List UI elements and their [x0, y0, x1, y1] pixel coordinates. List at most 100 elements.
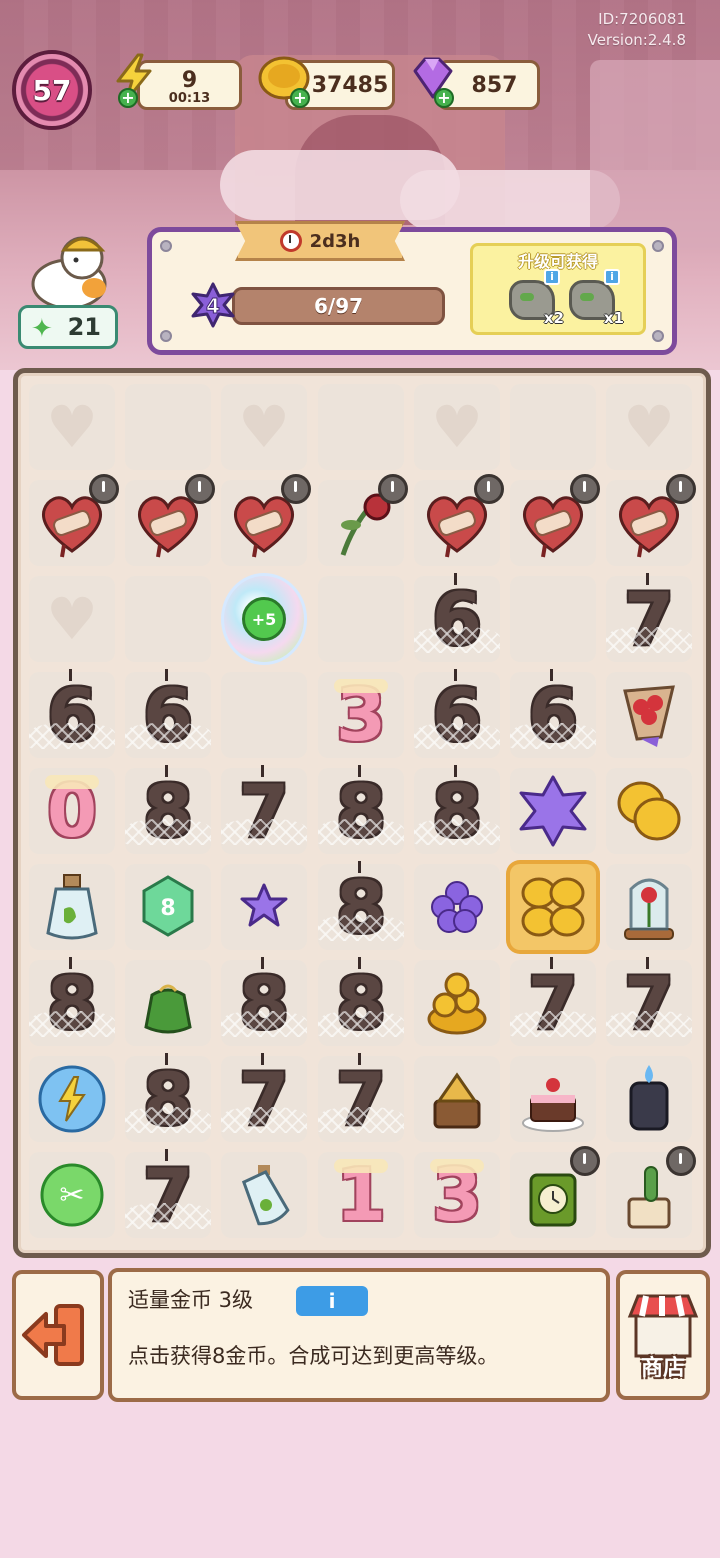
info-icon[interactable]: i [604, 269, 620, 285]
board-cell[interactable]: 7 [510, 957, 596, 1046]
board-cell[interactable] [414, 864, 500, 950]
cobweb-number-item: 8 [125, 1053, 211, 1139]
board-cell[interactable] [125, 960, 211, 1046]
rock-chest-icon[interactable]: i x1 [569, 269, 624, 327]
level-progress-bar: 6/97 [232, 287, 445, 325]
add-energy-button[interactable]: + [118, 88, 138, 108]
board-cell[interactable] [606, 864, 692, 950]
rock-chest-icon[interactable]: i x2 [509, 269, 564, 327]
locked-heart-cell[interactable] [29, 576, 115, 662]
pink-candle-number-item: 3 [420, 1155, 494, 1235]
green-crystal-item: 8 [142, 875, 194, 937]
board-cell[interactable] [510, 384, 596, 470]
cobweb-number-item: 8 [318, 765, 404, 851]
board-cell[interactable] [606, 1056, 692, 1142]
board-cell[interactable]: +5 [221, 573, 307, 665]
board-cell[interactable]: 7 [221, 1053, 307, 1142]
board-cell[interactable] [221, 864, 307, 950]
board-cell[interactable] [606, 672, 692, 758]
board-cell[interactable]: 8 [414, 765, 500, 854]
board-cell[interactable]: 1 [318, 1152, 404, 1238]
item-info-button[interactable]: i [296, 1286, 368, 1316]
board-cell[interactable]: 6 [414, 669, 500, 758]
cobweb-number-item: 6 [125, 669, 211, 755]
board-cell[interactable] [318, 384, 404, 470]
board-cell[interactable] [606, 768, 692, 854]
board-cell[interactable]: 7 [318, 1053, 404, 1142]
locked-heart-cell[interactable] [606, 384, 692, 470]
glass-rose-item [624, 878, 674, 940]
board-cell[interactable] [414, 474, 504, 566]
reward-count: x1 [603, 309, 624, 327]
level-up-rewards[interactable]: 升级可获得 i x2 i x1 [470, 243, 646, 335]
board-cell[interactable]: 6 [510, 669, 596, 758]
add-coins-button[interactable]: + [290, 88, 310, 108]
pink-candle-number-item: 3 [324, 675, 398, 755]
board-cell[interactable] [221, 1152, 307, 1238]
board-cell[interactable]: ✂ [29, 1152, 115, 1238]
board-cell[interactable] [510, 1056, 596, 1142]
board-cell[interactable] [510, 1146, 600, 1238]
exit-button[interactable] [12, 1270, 104, 1400]
board-cell[interactable] [29, 1056, 115, 1142]
cobweb-number-item: 7 [510, 957, 596, 1043]
board-cell[interactable]: 6 [125, 669, 211, 758]
board-cell[interactable]: 8 [318, 957, 404, 1046]
board-cell[interactable] [414, 960, 500, 1046]
board-cell[interactable]: 7 [221, 765, 307, 854]
board-cell[interactable]: 6 [29, 669, 115, 758]
board-cell[interactable] [510, 864, 596, 950]
board-cell[interactable] [318, 576, 404, 662]
board-cell[interactable]: 8 [318, 765, 404, 854]
cobweb-number-item: 8 [221, 957, 307, 1043]
board-cell[interactable] [221, 672, 307, 758]
locked-heart-cell[interactable] [414, 384, 500, 470]
level-badge[interactable]: 57 [12, 50, 92, 130]
board-cell[interactable]: 8 [125, 1053, 211, 1142]
board-cell[interactable] [606, 1146, 696, 1238]
board-cell[interactable] [510, 474, 600, 566]
item-title: 适量金币 3级 [128, 1288, 254, 1312]
timer-clock-icon [474, 474, 504, 504]
info-icon[interactable]: i [544, 269, 560, 285]
bonus-bubble[interactable]: +5 [221, 573, 307, 665]
event-timer: 2d3h [235, 221, 405, 261]
add-gems-button[interactable]: + [434, 88, 454, 108]
board-cell[interactable]: 0 [29, 768, 115, 854]
board-cell[interactable] [29, 474, 119, 566]
duck-mascot[interactable] [24, 228, 114, 310]
small-potion-item [241, 1165, 290, 1226]
star-counter[interactable]: ✦ 21 [18, 305, 118, 349]
board-cell[interactable]: 8 [125, 864, 211, 950]
board-cell[interactable]: 8 [221, 957, 307, 1046]
cobweb-number-item: 7 [125, 1149, 211, 1235]
version-label: Version:2.4.8 [587, 31, 686, 49]
board-cell[interactable] [221, 474, 311, 566]
timer-clock-icon [378, 474, 408, 504]
cobweb-number-item: 6 [414, 573, 500, 659]
board-cell[interactable]: 8 [318, 861, 404, 950]
locked-heart-cell[interactable] [29, 384, 115, 470]
board-cell[interactable]: 3 [318, 672, 404, 758]
board-cell[interactable] [510, 576, 596, 662]
board-cell[interactable] [318, 474, 408, 566]
board-cell[interactable]: 7 [125, 1149, 211, 1238]
board-cell[interactable] [125, 384, 211, 470]
shop-button[interactable]: 商店 [616, 1270, 710, 1400]
board-cell[interactable] [414, 1056, 500, 1142]
potion-bottle-item [46, 874, 98, 940]
board-cell[interactable]: 6 [414, 573, 500, 662]
locked-heart-cell[interactable] [221, 384, 307, 470]
board-cell[interactable] [29, 864, 115, 950]
board-cell[interactable]: 8 [29, 957, 115, 1046]
lantern-item [629, 1065, 669, 1131]
board-cell[interactable]: 7 [606, 573, 692, 662]
board-cell[interactable] [606, 474, 696, 566]
board-cell[interactable] [125, 474, 215, 566]
board-cell[interactable]: 7 [606, 957, 692, 1046]
board-cell[interactable]: 8 [125, 765, 211, 854]
board-cell[interactable]: 3 [414, 1152, 500, 1238]
exit-icon [22, 1304, 84, 1366]
board-cell[interactable] [125, 576, 211, 662]
board-cell[interactable] [510, 768, 596, 854]
